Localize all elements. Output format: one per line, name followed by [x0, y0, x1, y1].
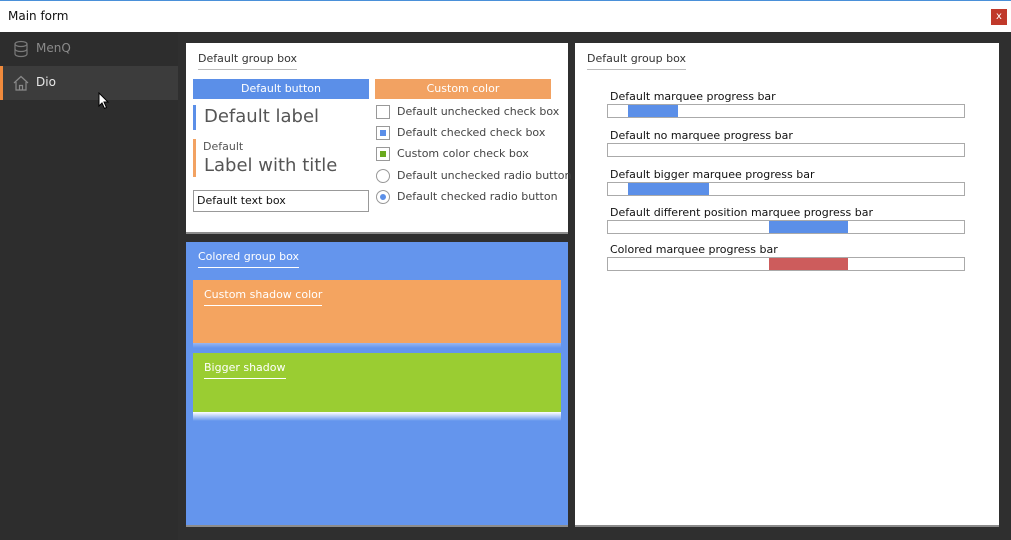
group-box-title: Colored group box — [198, 250, 300, 268]
checked-check-box[interactable]: Default checked check box — [376, 126, 556, 142]
progress-bar — [607, 143, 965, 157]
progress-bar — [607, 220, 965, 234]
bigger-shadow — [193, 412, 561, 421]
panel-shadow — [186, 525, 568, 527]
panel-shadow — [186, 232, 568, 234]
label-accent-bar — [193, 139, 196, 177]
group-box-title: Custom shadow color — [204, 288, 323, 306]
radio-circle — [376, 169, 390, 183]
progress-bar-fill — [628, 105, 678, 117]
panel-shadow — [575, 525, 999, 527]
sidebar-item-label: MenQ — [36, 41, 71, 55]
default-group-box-right: Default group box Default marquee progre… — [575, 43, 999, 525]
progress-bar-label: Default marquee progress bar — [610, 90, 776, 103]
progress-bar-fill — [769, 258, 848, 270]
progress-bar-fill — [628, 183, 709, 195]
sidebar-selection-accent — [0, 66, 3, 100]
title-bar: Main form x — [0, 0, 1011, 32]
default-text-box[interactable]: Default text box — [193, 190, 369, 212]
window-title: Main form — [8, 9, 69, 23]
radio-circle — [376, 190, 390, 204]
checked-radio-button[interactable]: Default checked radio button — [376, 190, 561, 206]
default-button[interactable]: Default button — [193, 79, 369, 99]
check-mark-icon — [380, 151, 386, 157]
mouse-cursor-icon — [98, 91, 110, 114]
bigger-shadow-group-box: Bigger shadow — [193, 353, 561, 412]
checkbox-square — [376, 105, 390, 119]
group-box-title: Bigger shadow — [204, 361, 286, 379]
progress-bar-label: Default no marquee progress bar — [610, 129, 793, 142]
home-icon — [12, 74, 30, 92]
close-button[interactable]: x — [991, 9, 1007, 25]
group-box-title: Default group box — [198, 52, 298, 70]
unchecked-radio-button[interactable]: Default unchecked radio button — [376, 169, 572, 185]
label-title: Default — [203, 140, 244, 153]
label-with-title: Label with title — [204, 155, 338, 176]
check-box-label: Default checked check box — [397, 126, 546, 139]
custom-color-button[interactable]: Custom color — [375, 79, 551, 99]
radio-label: Default checked radio button — [397, 190, 558, 203]
radio-label: Default unchecked radio button — [397, 169, 572, 182]
content-area: Default group box Default button Custom … — [178, 32, 1011, 540]
progress-bar-label: Default bigger marquee progress bar — [610, 168, 815, 181]
group-box-title: Default group box — [587, 52, 687, 70]
progress-bar — [607, 182, 965, 196]
progress-bar-fill — [769, 221, 848, 233]
database-icon — [12, 40, 30, 58]
check-box-label: Custom color check box — [397, 147, 529, 160]
checkbox-square — [376, 147, 390, 161]
checkbox-square — [376, 126, 390, 140]
colored-group-box: Colored group box Custom shadow color Bi… — [186, 242, 568, 525]
sidebar-item-label: Dio — [36, 75, 56, 89]
sidebar: MenQ Dio — [0, 32, 178, 540]
default-group-box-left: Default group box Default button Custom … — [186, 43, 572, 232]
check-mark-icon — [380, 130, 386, 136]
custom-shadow-group-box: Custom shadow color — [193, 280, 561, 343]
default-label: Default label — [204, 106, 320, 127]
custom-color-check-box[interactable]: Custom color check box — [376, 147, 556, 163]
progress-bar-label: Colored marquee progress bar — [610, 243, 778, 256]
sidebar-item-menq[interactable]: MenQ — [0, 32, 178, 66]
progress-bar — [607, 104, 965, 118]
custom-shadow — [193, 343, 561, 348]
label-accent-bar — [193, 105, 196, 130]
progress-bar-label: Default different position marquee progr… — [610, 206, 873, 219]
radio-dot — [380, 194, 386, 200]
progress-bar — [607, 257, 965, 271]
check-box-label: Default unchecked check box — [397, 105, 560, 118]
sidebar-item-dio[interactable]: Dio — [0, 66, 178, 100]
unchecked-check-box[interactable]: Default unchecked check box — [376, 105, 560, 121]
